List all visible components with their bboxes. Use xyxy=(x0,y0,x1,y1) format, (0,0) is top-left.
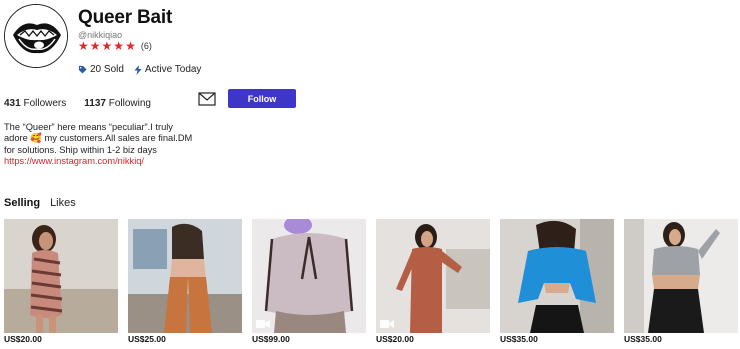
product-price: US$20.00 xyxy=(4,334,42,344)
product-price: US$35.00 xyxy=(500,334,538,344)
product-image xyxy=(624,219,738,333)
product-image xyxy=(128,219,242,333)
shop-bio: The “Queer” here means “peculiar”.I trul… xyxy=(4,122,194,167)
product-image xyxy=(252,219,366,333)
product-card[interactable]: US$20.00 xyxy=(4,219,118,344)
shop-meta: 20 Sold Active Today xyxy=(78,64,211,75)
following-count: 1137 xyxy=(84,98,106,109)
instagram-link[interactable]: https://www.instagram.com/nikkiq/ xyxy=(4,156,144,166)
product-price: US$25.00 xyxy=(128,334,166,344)
video-icon xyxy=(256,320,270,328)
product-price: US$20.00 xyxy=(376,334,414,344)
sold-info: 20 Sold xyxy=(78,64,124,75)
following-stat[interactable]: 1137 Following xyxy=(84,98,151,109)
mouth-logo-icon xyxy=(5,5,67,67)
star-icon: ★ xyxy=(78,39,89,53)
product-price: US$35.00 xyxy=(624,334,662,344)
product-card[interactable]: US$99.00 xyxy=(252,219,366,344)
rating-count: (6) xyxy=(140,41,152,51)
product-card[interactable]: US$20.00 xyxy=(376,219,490,344)
product-card[interactable]: US$35.00 xyxy=(500,219,614,344)
product-image xyxy=(376,219,490,333)
product-image xyxy=(4,219,118,333)
active-status: Active Today xyxy=(144,64,202,75)
followers-stat[interactable]: 431 Followers xyxy=(4,98,66,109)
product-card[interactable]: US$25.00 xyxy=(128,219,242,344)
star-icon: ★ xyxy=(125,39,136,53)
active-info: Active Today xyxy=(134,64,202,75)
video-icon xyxy=(380,320,394,328)
followers-label: Followers xyxy=(23,98,67,109)
sold-count: 20 Sold xyxy=(90,64,124,75)
tab-likes[interactable]: Likes xyxy=(50,197,76,209)
profile-tabs: Selling Likes xyxy=(4,197,76,209)
tag-icon xyxy=(78,65,87,74)
star-icon: ★ xyxy=(113,39,125,53)
follow-stats: 431 Followers 1137 Following xyxy=(4,98,169,109)
product-price: US$99.00 xyxy=(252,334,290,344)
follow-button[interactable]: Follow xyxy=(228,89,296,108)
star-icon: ★ xyxy=(101,39,113,53)
lightning-icon xyxy=(134,64,142,75)
product-image xyxy=(500,219,614,333)
product-grid: US$20.00 US$25.00 US$99.00 US$20.00 US$3… xyxy=(4,219,738,344)
following-label: Following xyxy=(108,98,151,109)
star-icon: ★ xyxy=(89,39,101,53)
tab-selling[interactable]: Selling xyxy=(4,197,40,209)
bio-emoji: 🥰 xyxy=(30,133,42,144)
rating[interactable]: ★ ★ ★ ★ ★ (6) xyxy=(78,40,152,52)
followers-count: 431 xyxy=(4,98,21,109)
shop-title: Queer Bait xyxy=(78,7,173,28)
shop-avatar[interactable] xyxy=(4,4,68,68)
message-icon[interactable] xyxy=(198,92,216,106)
product-card[interactable]: US$35.00 xyxy=(624,219,738,344)
